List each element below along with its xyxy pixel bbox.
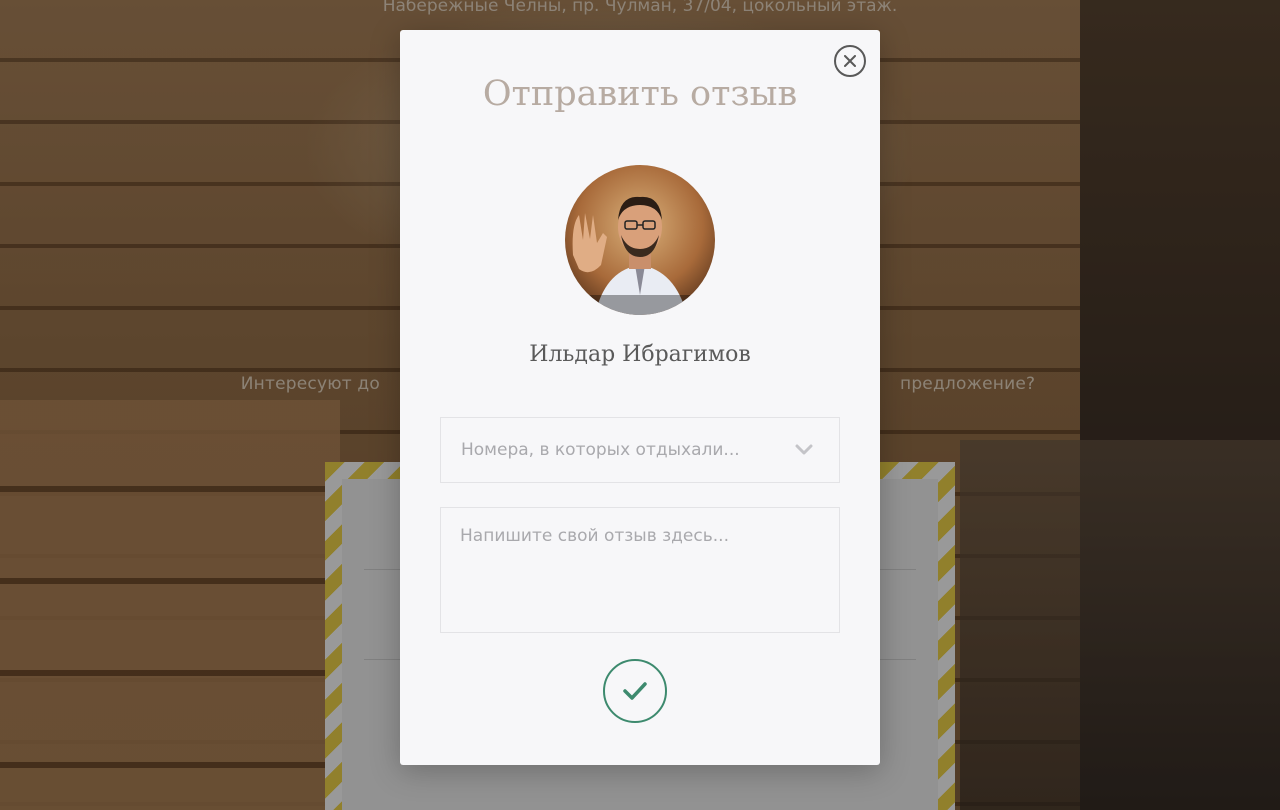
rooms-select-placeholder: Номера, в которых отдыхали... <box>461 440 740 460</box>
checkmark-icon <box>622 681 648 701</box>
review-textarea[interactable] <box>440 507 840 633</box>
submit-button[interactable] <box>603 659 667 723</box>
avatar <box>565 165 715 315</box>
review-modal: Отправить отзыв Ильдар Ибрагимов Номера,… <box>400 30 880 765</box>
modal-title: Отправить отзыв <box>482 74 798 114</box>
close-button[interactable] <box>834 45 866 77</box>
user-name: Ильдар Ибрагимов <box>529 342 751 367</box>
close-icon <box>844 55 856 67</box>
rooms-select[interactable]: Номера, в которых отдыхали... <box>440 417 840 483</box>
chevron-down-icon <box>795 444 819 456</box>
